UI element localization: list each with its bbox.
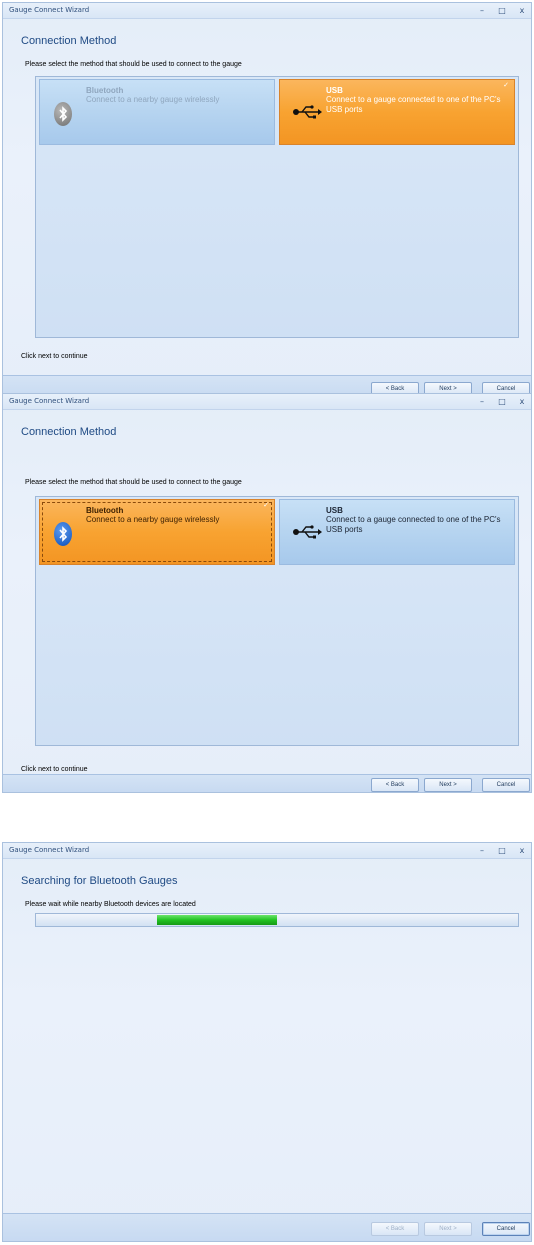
maximize-button[interactable]: □ xyxy=(497,396,507,407)
title-bar: Gauge Connect Wizard – □ x xyxy=(3,394,531,410)
option-title: Bluetooth xyxy=(86,506,124,515)
option-description: Connect to a nearby gauge wirelessly xyxy=(86,95,220,104)
close-button[interactable]: x xyxy=(517,5,527,16)
window-controls: – □ x xyxy=(477,845,527,856)
method-list: Bluetooth Connect to a nearby gauge wire… xyxy=(35,76,519,338)
option-bluetooth[interactable]: ✓ Bluetooth Connect to a nearby gauge wi… xyxy=(39,499,275,565)
back-button[interactable]: < Back xyxy=(371,778,419,792)
search-progress-bar xyxy=(35,913,519,927)
close-button[interactable]: x xyxy=(517,845,527,856)
instruction-text: Please select the method that should be … xyxy=(25,61,242,68)
window-controls: – □ x xyxy=(477,396,527,407)
page-title: Connection Method xyxy=(21,426,117,438)
usb-icon xyxy=(293,525,322,539)
wizard-window-bluetooth-selected: Gauge Connect Wizard – □ x Connection Me… xyxy=(2,393,532,793)
usb-icon xyxy=(293,105,322,119)
button-bar: < Back Next > Cancel xyxy=(3,774,531,792)
title-bar: Gauge Connect Wizard – □ x xyxy=(3,3,531,19)
maximize-button[interactable]: □ xyxy=(497,845,507,856)
status-text: Click next to continue xyxy=(21,766,88,773)
progress-fill xyxy=(156,915,277,925)
option-description: Connect to a nearby gauge wirelessly xyxy=(86,515,220,524)
method-list: ✓ Bluetooth Connect to a nearby gauge wi… xyxy=(35,496,519,746)
close-button[interactable]: x xyxy=(517,396,527,407)
option-usb[interactable]: USB Connect to a gauge connected to one … xyxy=(279,499,515,565)
title-bar: Gauge Connect Wizard – □ x xyxy=(3,843,531,859)
window-title: Gauge Connect Wizard xyxy=(9,6,90,14)
cancel-button[interactable]: Cancel xyxy=(482,1222,530,1236)
maximize-button[interactable]: □ xyxy=(497,5,507,16)
instruction-text: Please wait while nearby Bluetooth devic… xyxy=(25,901,196,908)
next-button[interactable]: Next > xyxy=(424,778,472,792)
bluetooth-icon xyxy=(54,522,72,546)
minimize-button[interactable]: – xyxy=(477,5,487,16)
option-description: Connect to a gauge connected to one of t… xyxy=(326,515,501,534)
option-title: Bluetooth xyxy=(86,86,124,95)
bluetooth-icon xyxy=(54,102,72,126)
option-usb[interactable]: ✓ USB Connect to a gauge connected to on… xyxy=(279,79,515,145)
window-title: Gauge Connect Wizard xyxy=(9,397,90,405)
button-bar: < Back Next > Cancel xyxy=(3,1213,531,1241)
window-controls: – □ x xyxy=(477,5,527,16)
page-title: Connection Method xyxy=(21,35,117,47)
option-description: Connect to a gauge connected to one of t… xyxy=(326,95,501,114)
page-title: Searching for Bluetooth Gauges xyxy=(21,875,178,887)
next-button[interactable]: Next > xyxy=(424,1222,472,1236)
option-bluetooth[interactable]: Bluetooth Connect to a nearby gauge wire… xyxy=(39,79,275,145)
minimize-button[interactable]: – xyxy=(477,845,487,856)
minimize-button[interactable]: – xyxy=(477,396,487,407)
option-title: USB xyxy=(326,86,343,95)
checkmark-icon: ✓ xyxy=(263,502,269,509)
wizard-window-searching: Gauge Connect Wizard – □ x Searching for… xyxy=(2,842,532,1242)
checkmark-icon: ✓ xyxy=(503,82,509,89)
instruction-text: Please select the method that should be … xyxy=(25,479,242,486)
window-title: Gauge Connect Wizard xyxy=(9,846,90,854)
wizard-window-usb-selected: Gauge Connect Wizard – □ x Connection Me… xyxy=(2,2,532,402)
back-button[interactable]: < Back xyxy=(371,1222,419,1236)
status-text: Click next to continue xyxy=(21,353,88,360)
option-title: USB xyxy=(326,506,343,515)
cancel-button[interactable]: Cancel xyxy=(482,778,530,792)
